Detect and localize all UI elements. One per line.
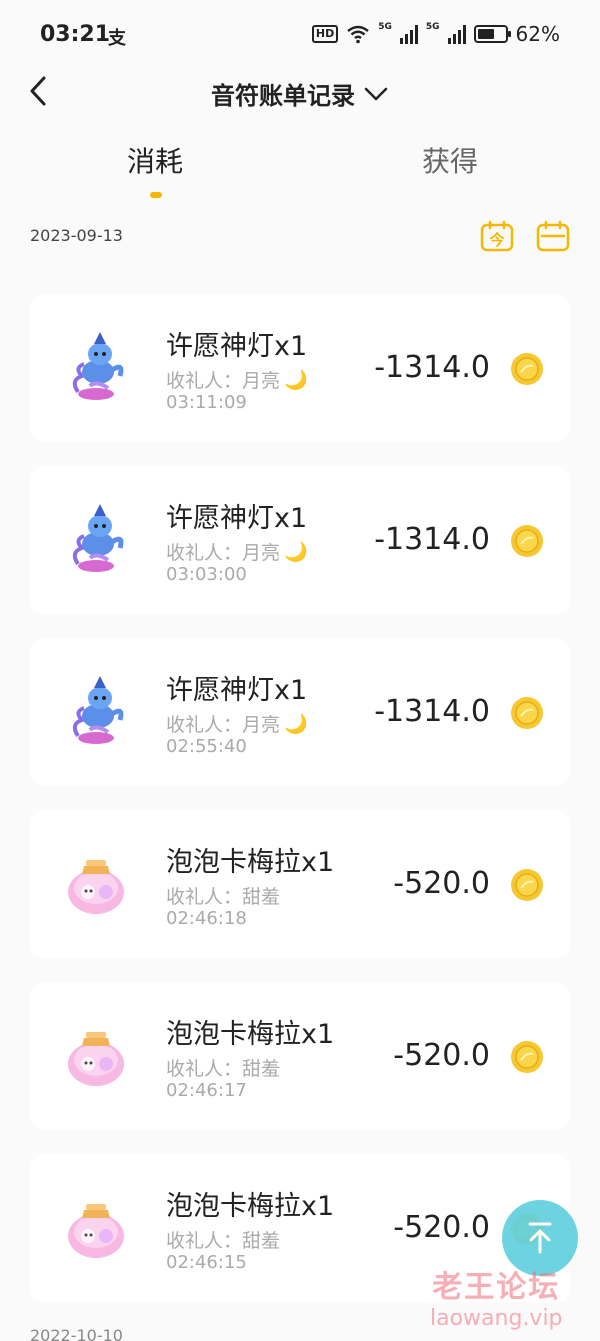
moon-emoji: 🌙	[284, 369, 308, 391]
record-time: 02:55:40	[166, 736, 247, 757]
signal-icon-2	[447, 24, 466, 44]
tab-consume[interactable]: 消耗	[127, 140, 183, 180]
coin-icon	[511, 525, 543, 557]
record-item-1[interactable]: 许愿神灯x1 收礼人：月亮 🌙 03:11:09 -1314.0	[30, 294, 570, 442]
record-time: 02:46:17	[166, 1080, 247, 1101]
gift-name: 许愿神灯x1	[166, 503, 308, 534]
hd-icon: HD	[311, 25, 339, 43]
wifi-icon	[347, 25, 370, 44]
record-item-5[interactable]: 泡泡卡梅拉x1 收礼人：甜羞 02:46:17 -520.0	[30, 982, 570, 1130]
battery-icon	[473, 25, 511, 43]
record-time: 03:11:09	[166, 392, 247, 413]
network-5g-label-2: 5G	[425, 22, 440, 32]
receiver-label: 收礼人：月亮 🌙	[166, 710, 308, 737]
record-item-3[interactable]: 许愿神灯x1 收礼人：月亮 🌙 02:55:40 -1314.0	[30, 638, 570, 786]
gift-name: 许愿神灯x1	[166, 675, 308, 706]
receiver-text: 收礼人：月亮	[166, 370, 281, 392]
amount: -520.0	[393, 1210, 490, 1245]
gift-name: 泡泡卡梅拉x1	[166, 1019, 335, 1050]
gift-name: 许愿神灯x1	[166, 331, 308, 362]
calendar-today-glyph: 今	[488, 231, 504, 249]
watermark: 老王论坛 laowang.vip	[430, 1262, 563, 1331]
notification-icon: 支	[108, 28, 126, 49]
receiver-text: 收礼人：甜羞	[166, 886, 281, 908]
battery-percent: 62%	[515, 22, 560, 46]
status-time: 03:21	[40, 22, 111, 47]
receiver-text: 收礼人：月亮	[166, 714, 281, 736]
coin-icon	[511, 1041, 543, 1073]
coin-icon	[511, 697, 543, 729]
receiver-label: 收礼人：甜羞	[166, 882, 280, 909]
moon-emoji: 🌙	[284, 541, 308, 563]
bubble-car-gift-icon	[64, 848, 128, 920]
record-list: 许愿神灯x1 收礼人：月亮 🌙 03:11:09 -1314.0 许愿神灯x1 …	[30, 294, 570, 1326]
watermark-en: laowang.vip	[430, 1306, 563, 1331]
amount: -1314.0	[374, 694, 490, 729]
record-item-2[interactable]: 许愿神灯x1 收礼人：月亮 🌙 03:03:00 -1314.0	[30, 466, 570, 614]
calendar-today-icon[interactable]: 今	[480, 220, 514, 252]
moon-emoji: 🌙	[284, 713, 308, 735]
chevron-down-icon	[364, 87, 388, 100]
receiver-text: 收礼人：甜羞	[166, 1230, 281, 1252]
tab-earn[interactable]: 获得	[422, 140, 478, 180]
record-time: 03:03:00	[166, 564, 247, 585]
gift-name: 泡泡卡梅拉x1	[166, 847, 335, 878]
amount: -520.0	[393, 866, 490, 901]
amount: -520.0	[393, 1038, 490, 1073]
active-tab-indicator	[150, 192, 162, 198]
receiver-text: 收礼人：月亮	[166, 542, 281, 564]
record-time: 02:46:15	[166, 1252, 247, 1273]
gift-name: 泡泡卡梅拉x1	[166, 1191, 335, 1222]
bubble-car-gift-icon	[64, 1192, 128, 1264]
genie-lamp-gift-icon	[64, 332, 128, 404]
signal-icon	[399, 24, 418, 44]
page-title[interactable]: 音符账单记录	[0, 76, 600, 111]
page-title-text: 音符账单记录	[211, 82, 355, 110]
receiver-label: 收礼人：月亮 🌙	[166, 538, 308, 565]
record-item-4[interactable]: 泡泡卡梅拉x1 收礼人：甜羞 02:46:18 -520.0	[30, 810, 570, 958]
coin-icon	[511, 869, 543, 901]
genie-lamp-gift-icon	[64, 504, 128, 576]
tab-bar: 消耗 获得	[0, 140, 600, 200]
bubble-car-gift-icon	[64, 1020, 128, 1092]
record-time: 02:46:18	[166, 908, 247, 929]
network-5g-label: 5G	[378, 22, 392, 32]
date-group-header: 2023-09-13	[30, 226, 123, 245]
status-indicators: HD 5G 5G 62%	[311, 22, 560, 46]
battery-level	[477, 29, 494, 39]
watermark-cn: 老王论坛	[432, 1270, 561, 1305]
receiver-label: 收礼人：月亮 🌙	[166, 366, 308, 393]
nav-bar: 音符账单记录	[0, 72, 600, 112]
receiver-text: 收礼人：甜羞	[166, 1058, 281, 1080]
genie-lamp-gift-icon	[64, 676, 128, 748]
amount: -1314.0	[374, 522, 490, 557]
status-bar: 03:21 支 HD 5G 5G 62%	[0, 0, 600, 72]
date-group-header-2: 2022-10-10	[30, 1326, 123, 1341]
receiver-label: 收礼人：甜羞	[166, 1226, 280, 1253]
receiver-label: 收礼人：甜羞	[166, 1054, 280, 1081]
amount: -1314.0	[374, 350, 490, 385]
coin-icon	[511, 353, 543, 385]
calendar-icon[interactable]	[536, 220, 570, 252]
